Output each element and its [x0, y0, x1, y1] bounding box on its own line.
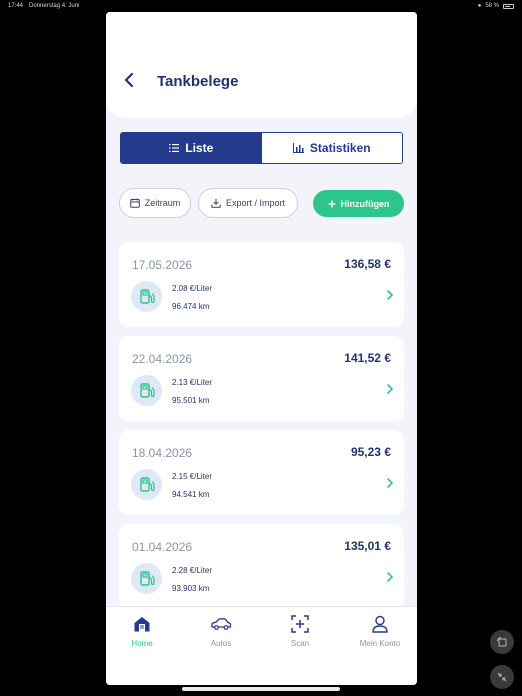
- chevron-right-icon: [387, 290, 394, 300]
- back-button[interactable]: [123, 72, 137, 90]
- receipt-amount: 135,01 €: [344, 539, 391, 553]
- page-title: Tankbelege: [157, 73, 239, 90]
- receipt-price-per-liter: 2.15 €/Liter: [172, 472, 213, 481]
- plus-icon: [328, 200, 335, 207]
- chevron-left-icon: [124, 72, 134, 88]
- export-import-label: Export / Import: [225, 198, 286, 208]
- tab-liste-label: Liste: [185, 141, 214, 155]
- battery-percent: 58 %: [485, 3, 499, 9]
- fuel-pump-icon: [131, 375, 162, 406]
- status-time: 17:44: [8, 3, 24, 9]
- receipt-mileage: 94.541 km: [172, 490, 210, 499]
- tab-liste[interactable]: Liste: [121, 133, 262, 163]
- zeitraum-button[interactable]: Zeitraum: [119, 188, 191, 218]
- view-switch: Liste Statistiken: [120, 132, 403, 164]
- receipt-price-per-liter: 2.08 €/Liter: [172, 284, 213, 293]
- receipt-price-per-liter: 2.28 €/Liter: [172, 566, 213, 575]
- car-icon: [211, 618, 232, 630]
- tab-mein-konto[interactable]: Mein Konto: [345, 615, 415, 648]
- bar-chart-icon: [292, 143, 304, 153]
- tab-autos[interactable]: Autos: [186, 615, 256, 648]
- chevron-right-icon: [387, 478, 394, 488]
- fuel-pump-icon: [131, 281, 162, 312]
- collapse-icon: [497, 672, 507, 682]
- tab-scan[interactable]: Scan: [265, 615, 335, 648]
- tab-scan-label: Scan: [290, 639, 310, 648]
- fuel-pump-icon: [131, 563, 162, 594]
- receipt-mileage: 95.501 km: [172, 396, 210, 405]
- download-icon: [211, 198, 221, 208]
- tab-statistiken-label: Statistiken: [309, 141, 371, 155]
- receipt-date: 18.04.2026: [132, 446, 193, 460]
- fuel-pump-icon: [131, 469, 162, 500]
- receipt-amount: 141,52 €: [344, 351, 391, 365]
- scan-icon: [291, 615, 309, 633]
- export-import-button[interactable]: Export / Import: [198, 188, 298, 218]
- chevron-right-icon: [387, 572, 394, 582]
- list-icon: [169, 144, 180, 152]
- tab-statistiken[interactable]: Statistiken: [261, 133, 402, 163]
- receipt-mileage: 96.474 km: [172, 302, 210, 311]
- receipt-card[interactable]: 01.04.2026 135,01 € 2.28 €/Liter 93.903 …: [119, 524, 404, 609]
- home-indicator[interactable]: [182, 687, 340, 691]
- battery-icon: [503, 3, 514, 9]
- receipt-amount: 136,58 €: [344, 257, 391, 271]
- receipt-card[interactable]: 17.05.2026 136,58 € 2.08 €/Liter 96.474 …: [119, 242, 404, 327]
- status-date: Donnerstag 4. Juni: [29, 3, 80, 9]
- app-screen: Tankbelege Liste Statistiken Zeitraum Ex…: [106, 12, 417, 685]
- add-label: Hinzufügen: [340, 198, 390, 209]
- receipt-amount: 95,23 €: [350, 445, 391, 459]
- home-icon: [134, 617, 150, 632]
- receipt-mileage: 93.903 km: [172, 584, 210, 593]
- wifi-icon: ●: [477, 3, 482, 9]
- receipt-date: 22.04.2026: [132, 352, 193, 366]
- tab-home[interactable]: Home: [107, 615, 177, 648]
- receipt-price-per-liter: 2.13 €/Liter: [172, 378, 213, 387]
- rotate-icon: [497, 637, 507, 647]
- calendar-icon: [129, 198, 140, 208]
- tab-home-label: Home: [131, 639, 153, 648]
- user-icon: [372, 615, 388, 633]
- chevron-right-icon: [387, 384, 394, 394]
- rotate-button[interactable]: [490, 630, 514, 654]
- add-receipt-button[interactable]: Hinzufügen: [313, 190, 404, 217]
- receipt-date: 01.04.2026: [132, 540, 193, 554]
- receipt-date: 17.05.2026: [132, 258, 193, 272]
- bottom-tab-bar: Home Autos Scan Mein Konto: [106, 606, 417, 685]
- receipt-card[interactable]: 18.04.2026 95,23 € 2.15 €/Liter 94.541 k…: [119, 430, 404, 515]
- header: Tankbelege: [106, 12, 417, 118]
- tab-autos-label: Autos: [210, 639, 232, 648]
- receipt-card[interactable]: 22.04.2026 141,52 € 2.13 €/Liter 95.501 …: [119, 336, 404, 421]
- zeitraum-label: Zeitraum: [144, 198, 181, 208]
- collapse-button[interactable]: [490, 665, 514, 689]
- tab-mein-konto-label: Mein Konto: [359, 639, 401, 648]
